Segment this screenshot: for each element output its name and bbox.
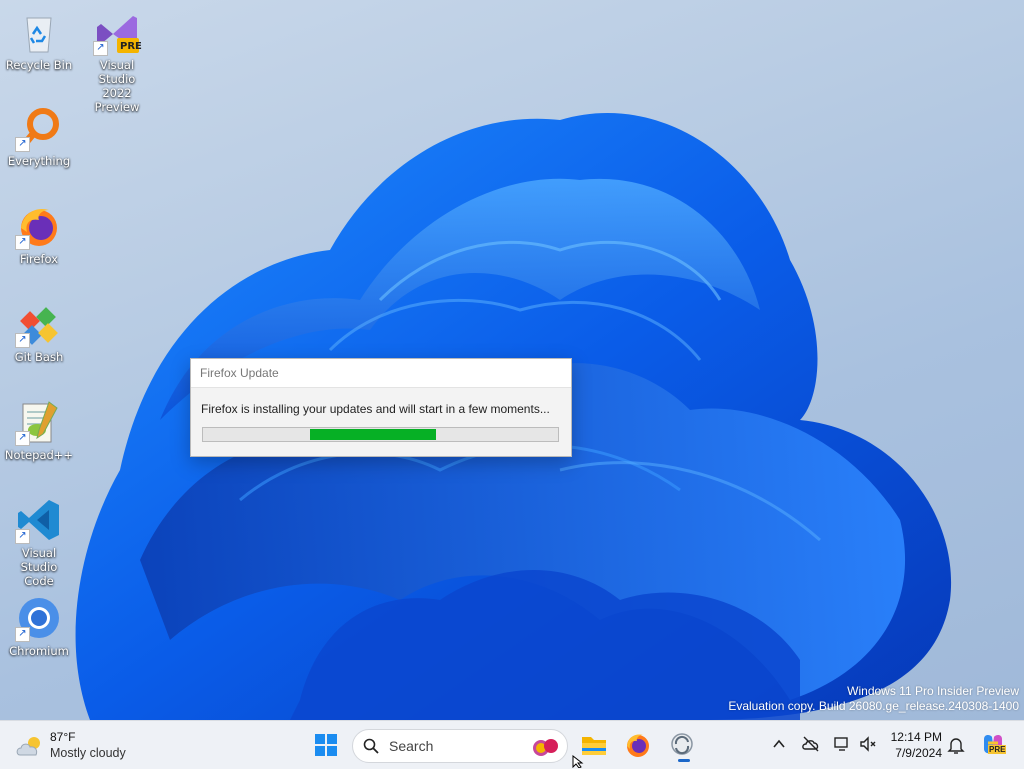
weather-temperature: 87°F <box>50 730 76 744</box>
notification-bell-icon[interactable] <box>947 735 965 755</box>
magnifier-icon: ↗ <box>15 104 63 152</box>
chromium-icon: ↗ <box>15 594 63 642</box>
desktop-icon-label: Visual Studio 2022 Preview <box>94 58 140 114</box>
git-bash-icon: ↗ <box>15 300 63 348</box>
pre-badge: PRE <box>120 41 142 52</box>
recycle-bin-icon <box>15 8 63 56</box>
taskbar-search-box[interactable]: Search <box>352 729 568 763</box>
progress-fill <box>310 429 436 440</box>
search-placeholder: Search <box>389 738 434 754</box>
desktop-icon-everything[interactable]: ↗ Everything <box>2 104 76 168</box>
search-highlight-icon <box>533 739 558 756</box>
notepad-plus-plus-icon: ↗ <box>15 398 63 446</box>
show-hidden-icons-chevron-up-icon[interactable] <box>770 735 788 753</box>
visual-studio-icon: PRE ↗ <box>93 8 142 56</box>
dialog-message: Firefox is installing your updates and w… <box>201 402 550 416</box>
firefox-update-dialog[interactable]: Firefox Update Firefox is installing you… <box>190 358 572 457</box>
copilot-pre-badge: PRE <box>988 745 1007 754</box>
weather-condition: Mostly cloudy <box>50 746 126 760</box>
desktop-icon-visual-studio-2022-preview[interactable]: PRE ↗ Visual Studio 2022 Preview <box>80 8 154 114</box>
network-icon[interactable] <box>832 734 852 754</box>
dialog-title[interactable]: Firefox Update <box>191 359 571 388</box>
desktop-icon-label: Firefox <box>19 252 59 266</box>
clock-time: 12:14 PM <box>890 730 942 744</box>
desktop-icon-label: Everything <box>7 154 71 168</box>
desktop-icon-vs-code[interactable]: ↗ Visual Studio Code <box>2 496 76 588</box>
firefox-icon <box>627 734 649 757</box>
taskbar: 87°F Mostly cloudy Search 12:14 PM 7/9/2… <box>0 720 1024 769</box>
desktop-icon-git-bash[interactable]: ↗ Git Bash <box>2 300 76 364</box>
watermark-line-2: Evaluation copy. Build 26080.ge_release.… <box>728 699 1019 713</box>
copilot-button[interactable]: PRE <box>980 731 1007 757</box>
desktop-icon-notepad-plus-plus[interactable]: ↗ Notepad++ <box>2 398 76 462</box>
firefox-icon: ↗ <box>15 202 63 250</box>
desktop-icon-label: Git Bash <box>14 350 64 364</box>
desktop-icon-label: Chromium <box>9 644 69 658</box>
system-clock[interactable]: 12:14 PM 7/9/2024 <box>886 729 942 761</box>
running-indicator <box>678 759 690 762</box>
watermark-line-1: Windows 11 Pro Insider Preview <box>847 684 1019 698</box>
desktop-icon-label: Recycle Bin <box>5 58 73 72</box>
taskbar-firefox[interactable] <box>620 727 656 763</box>
search-icon <box>363 738 379 754</box>
evaluation-watermark: Windows 11 Pro Insider Preview Evaluatio… <box>728 684 1019 714</box>
desktop-icon-firefox[interactable]: ↗ Firefox <box>2 202 76 266</box>
shortcut-arrow-icon: ↗ <box>15 235 30 250</box>
shortcut-arrow-icon: ↗ <box>15 431 30 446</box>
shortcut-arrow-icon: ↗ <box>15 627 30 642</box>
onedrive-offline-icon[interactable] <box>801 734 821 754</box>
partly-cloudy-icon <box>16 737 40 756</box>
volume-muted-icon[interactable] <box>858 734 878 754</box>
update-progress-bar <box>202 427 559 442</box>
desktop-icon-label: Visual Studio Code <box>20 546 58 588</box>
desktop-icon-recycle-bin[interactable]: Recycle Bin <box>2 8 76 72</box>
taskbar-firefox-updater[interactable] <box>664 727 700 763</box>
desktop-icon-chromium[interactable]: ↗ Chromium <box>2 594 76 658</box>
mouse-cursor-icon <box>572 755 584 768</box>
start-button[interactable] <box>308 727 344 763</box>
shortcut-arrow-icon: ↗ <box>93 41 108 56</box>
shortcut-arrow-icon: ↗ <box>15 529 30 544</box>
shortcut-arrow-icon: ↗ <box>15 333 30 348</box>
updater-icon <box>671 733 693 755</box>
windows-logo-icon <box>315 734 337 756</box>
desktop-icon-label: Notepad++ <box>4 448 74 462</box>
clock-date: 7/9/2024 <box>895 746 942 760</box>
vs-code-icon: ↗ <box>15 496 63 544</box>
shortcut-arrow-icon: ↗ <box>15 137 30 152</box>
